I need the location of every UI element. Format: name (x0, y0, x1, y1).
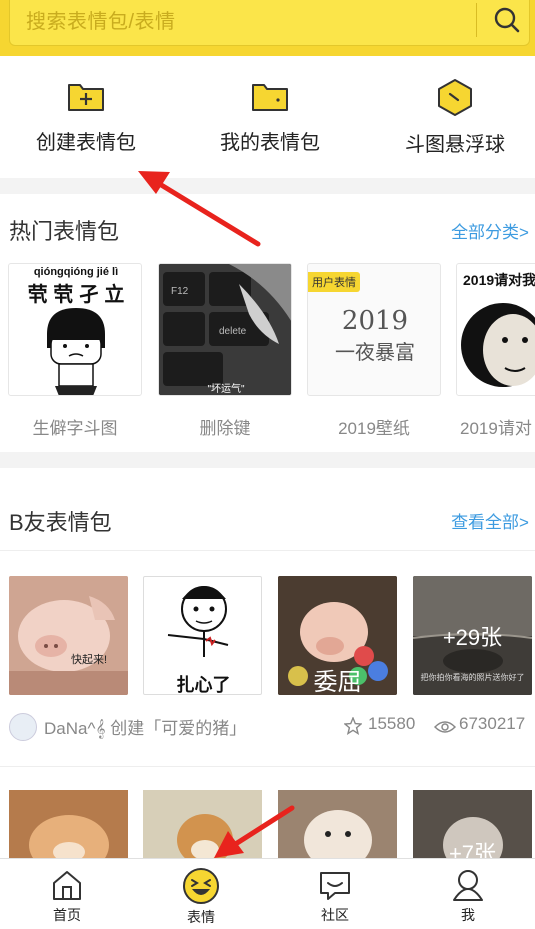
pack-label-rare-chars: 生僻字斗图 (32, 419, 118, 438)
pack-image-caption: "坏运气" (207, 384, 245, 395)
all-categories-link[interactable]: 全部分类> (451, 218, 529, 243)
meme-thumb-sea[interactable]: +29张 把你拍你看海的照片送你好了 (413, 576, 532, 695)
view-all-link[interactable]: 查看全部> (451, 508, 529, 533)
folder-icon (252, 84, 288, 111)
author-avatar[interactable] (9, 713, 37, 741)
search-placeholder[interactable]: 搜索表情包/表情 (26, 5, 176, 34)
nav-label-emoji: 表情 (187, 909, 215, 925)
search-icon (494, 7, 520, 33)
thumb-caption: 委屈 (313, 669, 362, 695)
section-divider (0, 178, 535, 194)
nav-label-home: 首页 (53, 907, 81, 923)
cartoon-girl-image (47, 308, 105, 395)
bfriend-title: B友表情包 (9, 510, 112, 535)
stickman-meme-image (167, 586, 229, 657)
wallpaper-year: 2019 (341, 306, 409, 336)
nav-tab-emoji[interactable]: 表情 (134, 859, 268, 929)
pack-card-delete-key[interactable]: F12 delete "坏运气" (158, 263, 292, 396)
profile-icon (453, 870, 483, 901)
meme-thumb-heart-pierced[interactable]: 扎心了 (143, 576, 262, 695)
view-count: 6730217 (459, 714, 526, 733)
laugh-face-icon (183, 868, 219, 904)
pig-photo (9, 576, 128, 695)
bottom-nav: 首页 表情 社区 我 (0, 858, 535, 929)
meme-thumb-pig-wake[interactable]: 快起来! (9, 576, 128, 695)
author-line[interactable]: DaNa^𝄞 创建「可爱的猪」 (44, 714, 246, 739)
nav-tab-home[interactable]: 首页 (0, 859, 134, 929)
thumb-subcaption: 把你拍你看海的照片送你好了 (420, 673, 525, 682)
pack-card-2019-wallpaper[interactable]: 用户表情 2019 一夜暴富 (307, 263, 441, 396)
floating-ball-button[interactable]: 斗图悬浮球 (375, 78, 535, 157)
pack-label-2019-please: 2019请对 (460, 419, 532, 438)
hot-packs-title: 热门表情包 (9, 219, 120, 244)
key-label-f12: F12 (171, 286, 189, 297)
user-emoji-badge: 用户表情 (308, 272, 360, 292)
pack-image-title: 2019请对我 (463, 272, 535, 288)
home-icon (53, 871, 81, 900)
eye-icon (434, 721, 456, 733)
pack-card-rare-chars[interactable]: qióngqióng jié lì 茕 茕 孑 立 (8, 263, 142, 396)
pack-image-pinyin: qióngqióng jié lì (33, 266, 119, 278)
star-count: 15580 (368, 714, 416, 733)
nav-label-community: 社区 (321, 907, 349, 923)
floating-ball-label: 斗图悬浮球 (405, 134, 505, 156)
create-pack-label: 创建表情包 (36, 132, 136, 154)
line-divider (0, 766, 535, 767)
key-label-delete: delete (219, 326, 247, 337)
nav-tab-me[interactable]: 我 (401, 859, 535, 929)
pack-image-chars: 茕 茕 孑 立 (27, 284, 125, 306)
folder-add-icon (68, 84, 104, 111)
more-count: +29张 (442, 625, 503, 650)
pack-label-delete-key: 删除键 (199, 419, 251, 438)
search-button[interactable] (488, 1, 526, 39)
create-pack-button[interactable]: 创建表情包 (6, 78, 166, 155)
section-divider (0, 452, 535, 468)
star-icon (344, 717, 362, 735)
meme-thumb-pig-wronged[interactable]: 委屈 (278, 576, 397, 695)
pack-label-2019-wallpaper: 2019壁纸 (338, 419, 410, 438)
top-bar: 搜索表情包/表情 (0, 0, 535, 56)
search-box[interactable]: 搜索表情包/表情 (9, 0, 530, 46)
thumb-caption: 快起来! (71, 654, 108, 666)
panda-face-image (461, 303, 535, 387)
chat-icon (320, 872, 350, 900)
search-divider (476, 3, 477, 37)
thumb-caption: 扎心了 (176, 675, 231, 695)
line-divider (0, 550, 535, 551)
wallpaper-slogan: 一夜暴富 (335, 342, 415, 364)
nav-tab-community[interactable]: 社区 (268, 859, 402, 929)
quick-actions: 创建表情包 我的表情包 斗图悬浮球 (0, 56, 535, 178)
pack-card-2019-please[interactable]: 2019请对我 (456, 263, 535, 396)
nav-label-me: 我 (461, 907, 475, 923)
my-packs-button[interactable]: 我的表情包 (190, 78, 350, 155)
hexagon-clock-icon (438, 79, 472, 116)
my-packs-label: 我的表情包 (220, 132, 320, 154)
